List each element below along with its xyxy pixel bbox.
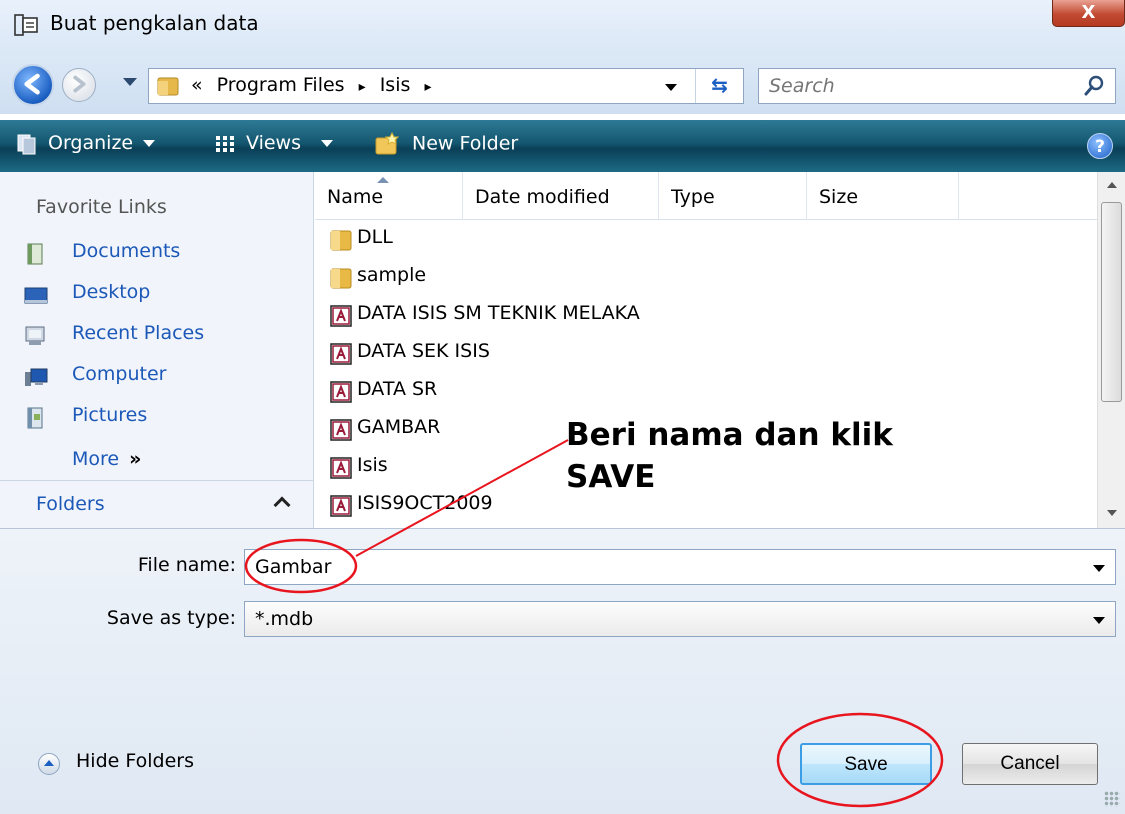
organize-icon bbox=[17, 134, 36, 154]
breadcrumb-separator-icon[interactable]: ▸ bbox=[424, 79, 431, 95]
forward-arrow-icon bbox=[73, 75, 86, 93]
double-chevron-icon: » bbox=[129, 448, 142, 470]
navigation-pane: Favorite Links Documents Desktop Recent … bbox=[0, 172, 314, 528]
file-name: ISIS9OCT2009 bbox=[357, 492, 493, 514]
access-db-icon bbox=[330, 419, 352, 441]
chevron-down-icon[interactable] bbox=[1093, 617, 1105, 624]
views-label: Views bbox=[246, 132, 301, 154]
address-dropdown-icon[interactable] bbox=[665, 84, 677, 91]
pictures-icon bbox=[27, 407, 43, 429]
nav-item-label: Recent Places bbox=[72, 322, 205, 344]
close-button[interactable]: X bbox=[1052, 0, 1125, 27]
column-header-date-modified[interactable]: Date modified bbox=[463, 172, 659, 220]
file-name: GAMBAR bbox=[357, 416, 441, 438]
window-title: Buat pengkalan data bbox=[50, 11, 259, 35]
breadcrumb-separator-icon[interactable]: ▸ bbox=[359, 79, 366, 95]
views-menu[interactable]: Views bbox=[214, 132, 333, 155]
dialog-app-icon bbox=[14, 14, 38, 36]
views-icon bbox=[216, 135, 234, 152]
scroll-up-icon[interactable] bbox=[1107, 182, 1117, 188]
file-name: DATA ISIS SM TEKNIK MELAKA bbox=[357, 302, 640, 324]
file-name-label: File name: bbox=[137, 554, 236, 576]
organize-menu[interactable]: Organize bbox=[16, 132, 156, 155]
folder-icon bbox=[157, 77, 179, 96]
chevron-down-icon[interactable] bbox=[1093, 565, 1105, 572]
chevron-up-icon bbox=[38, 753, 60, 775]
column-header-label: Name bbox=[327, 186, 384, 208]
help-icon[interactable]: ? bbox=[1087, 133, 1113, 159]
title-bar: Buat pengkalan data X bbox=[0, 0, 1125, 56]
cancel-button[interactable]: Cancel bbox=[962, 743, 1098, 785]
folder-icon bbox=[330, 230, 352, 251]
new-folder-label: New Folder bbox=[412, 132, 519, 155]
more-label: More bbox=[72, 448, 120, 470]
breadcrumb-program-files[interactable]: Program Files bbox=[217, 74, 345, 96]
chevron-up-icon bbox=[273, 496, 291, 514]
save-as-type-value: *.mdb bbox=[255, 608, 314, 630]
documents-icon bbox=[27, 243, 43, 265]
new-folder-button[interactable]: New Folder bbox=[374, 131, 519, 156]
new-folder-icon bbox=[375, 131, 400, 155]
address-bar[interactable]: « Program Files ▸ Isis ▸ ⇆ bbox=[148, 68, 744, 104]
hide-folders-label: Hide Folders bbox=[76, 750, 194, 772]
more-link[interactable]: More » bbox=[72, 448, 141, 470]
access-db-icon bbox=[330, 305, 352, 327]
access-db-icon bbox=[330, 457, 352, 479]
organize-label: Organize bbox=[48, 132, 134, 154]
desktop-icon bbox=[24, 287, 48, 304]
nav-item-label: Documents bbox=[72, 240, 181, 262]
column-headers: Name Date modified Type Size bbox=[315, 172, 1097, 220]
chevron-down-icon bbox=[143, 140, 156, 147]
scrollbar-thumb[interactable] bbox=[1101, 202, 1122, 402]
save-options-panel: File name: Gambar Save as type: *.mdb Hi… bbox=[0, 528, 1125, 814]
search-input[interactable] bbox=[767, 73, 1067, 99]
column-header-label: Size bbox=[819, 186, 859, 208]
nav-item-label: Desktop bbox=[72, 281, 151, 303]
file-name-field[interactable]: Gambar bbox=[244, 549, 1116, 585]
save-button[interactable]: Save bbox=[800, 743, 932, 785]
nav-item-label: Computer bbox=[72, 363, 167, 385]
back-button[interactable] bbox=[12, 64, 54, 106]
column-header-label: Date modified bbox=[475, 186, 610, 208]
favorite-links-heading: Favorite Links bbox=[36, 196, 167, 218]
file-name: DLL bbox=[357, 226, 393, 248]
search-box[interactable] bbox=[758, 68, 1116, 104]
column-header-type[interactable]: Type bbox=[659, 172, 807, 220]
scroll-down-icon[interactable] bbox=[1107, 510, 1117, 516]
annotation-callout: Beri nama dan klik SAVE bbox=[560, 412, 899, 500]
column-header-label: Type bbox=[671, 186, 715, 208]
history-dropdown-icon[interactable] bbox=[123, 78, 137, 86]
file-name: DATA SR bbox=[357, 378, 438, 400]
file-name: sample bbox=[357, 264, 427, 286]
save-as-type-select[interactable]: *.mdb bbox=[244, 601, 1116, 637]
back-arrow-icon bbox=[24, 73, 40, 95]
forward-button[interactable] bbox=[62, 68, 96, 102]
chevron-down-icon bbox=[321, 140, 333, 147]
access-db-icon bbox=[330, 343, 352, 365]
vertical-scrollbar[interactable] bbox=[1097, 172, 1125, 528]
column-header-name[interactable]: Name bbox=[315, 172, 463, 220]
computer-icon bbox=[25, 368, 48, 386]
recent-places-icon bbox=[25, 326, 45, 345]
address-toolbar: « Program Files ▸ Isis ▸ ⇆ bbox=[0, 56, 1125, 114]
save-as-type-label: Save as type: bbox=[106, 607, 236, 629]
folder-icon bbox=[330, 268, 352, 289]
folders-label: Folders bbox=[36, 493, 105, 515]
file-name: Isis bbox=[357, 454, 388, 476]
file-name-value: Gambar bbox=[255, 556, 332, 578]
command-bar: Organize Views New Folder ? bbox=[0, 120, 1125, 172]
nav-item-label: Pictures bbox=[72, 404, 148, 426]
breadcrumb-isis[interactable]: Isis bbox=[380, 74, 411, 96]
access-db-icon bbox=[330, 495, 352, 517]
sort-ascending-icon bbox=[377, 177, 389, 183]
address-path: « Program Files ▸ Isis ▸ bbox=[191, 74, 431, 96]
access-db-icon bbox=[330, 381, 352, 403]
folders-toggle[interactable]: Folders bbox=[0, 480, 314, 528]
resize-grip-icon[interactable] bbox=[1104, 791, 1120, 807]
file-name: DATA SEK ISIS bbox=[357, 340, 490, 362]
search-icon[interactable] bbox=[1083, 75, 1105, 97]
column-header-size[interactable]: Size bbox=[807, 172, 959, 220]
refresh-button[interactable]: ⇆ bbox=[695, 69, 743, 103]
address-overflow-chevron[interactable]: « bbox=[191, 74, 203, 96]
